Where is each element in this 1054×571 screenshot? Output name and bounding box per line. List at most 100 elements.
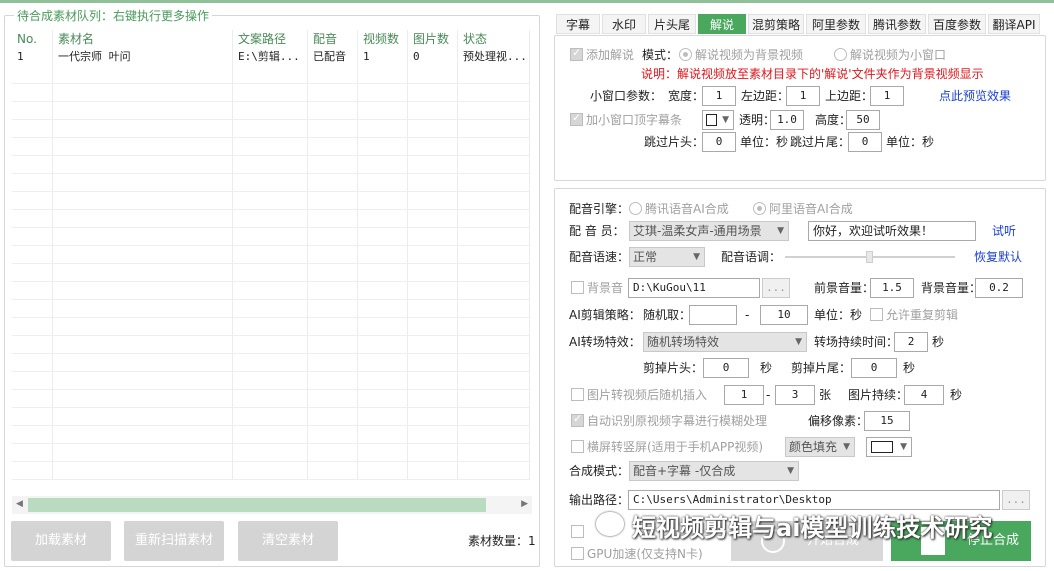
pitch-slider-knob[interactable] (866, 251, 873, 263)
engine-ali-radio[interactable] (753, 202, 766, 215)
bgm-path-input[interactable]: D:\KuGou\11 (628, 278, 760, 298)
cut-head-input[interactable]: 0 (703, 358, 749, 378)
empty-cell (358, 246, 408, 264)
mode-bg-radio[interactable] (679, 48, 692, 61)
img-duration-input[interactable]: 4 (904, 385, 944, 405)
compose-mode-label: 合成模式： (569, 464, 630, 478)
tab-ali-params[interactable]: 阿里参数 (806, 14, 866, 34)
queue-table[interactable]: No. 素材名 文案路径 配音 视频数 图片数 状态 1 一代宗师 叶问 E:\… (12, 30, 532, 494)
cut-tail-input[interactable]: 0 (851, 358, 897, 378)
reset-default-link[interactable]: 恢复默认 (974, 248, 1022, 266)
empty-cell (358, 192, 408, 210)
col-no[interactable]: No. (12, 30, 53, 48)
tab-translate-api[interactable]: 翻译API (988, 14, 1040, 34)
tab-baidu-params[interactable]: 百度参数 (928, 14, 986, 34)
transition-duration-input[interactable]: 2 (894, 332, 928, 352)
empty-cell (233, 462, 308, 480)
tab-narration[interactable]: 解说 (698, 14, 746, 34)
speed-select[interactable]: 正常 ▼ (629, 247, 705, 267)
horizontal-scrollbar[interactable]: ◀ ▶ (12, 496, 532, 514)
fill-color-select[interactable]: ▼ (866, 437, 912, 457)
fill-mode-select[interactable]: 颜色填充 ▼ (785, 437, 855, 457)
empty-cell (12, 66, 53, 84)
fg-volume-input[interactable]: 1.5 (870, 278, 914, 298)
col-dubbing[interactable]: 配音 (308, 30, 358, 48)
empty-rows (12, 66, 532, 480)
empty-table-row (12, 264, 532, 282)
tab-intro-outro[interactable]: 片头尾 (648, 14, 696, 34)
empty-cell (53, 228, 233, 246)
empty-cell (308, 390, 358, 408)
tab-subtitles[interactable]: 字幕 (556, 14, 600, 34)
bgm-browse-button[interactable]: ... (762, 278, 790, 298)
random-label: 随机取： (643, 308, 692, 322)
landscape-checkbox[interactable] (571, 440, 584, 453)
img-max-input[interactable]: 3 (775, 385, 815, 405)
col-images[interactable]: 图片数 (408, 30, 458, 48)
scroll-right-icon[interactable]: ▶ (521, 499, 528, 509)
engine-tencent-radio[interactable] (629, 202, 642, 215)
empty-cell (233, 156, 308, 174)
mode-small-radio[interactable] (834, 48, 847, 61)
compose-mode-value: 配音+字幕 -仅合成 (633, 464, 736, 478)
empty-cell (458, 336, 530, 354)
voice-select[interactable]: 艾琪-温柔女声-通用场景 ▼ (629, 221, 789, 241)
img-insert-checkbox[interactable] (571, 388, 584, 401)
topbar-checkbox[interactable] (570, 111, 583, 126)
col-path[interactable]: 文案路径 (233, 30, 308, 48)
alpha-input[interactable]: 1.0 (770, 110, 804, 130)
random-max-input[interactable]: 10 (760, 305, 808, 325)
output-path-input[interactable]: C:\Users\Administrator\Desktop (628, 490, 1000, 510)
top-margin-input[interactable]: 1 (870, 86, 904, 106)
auto-blur-checkbox[interactable] (571, 412, 584, 427)
transition-select[interactable]: 随机转场特效 ▼ (643, 332, 807, 352)
test-text-input[interactable]: 你好，欢迎试听效果！ (808, 221, 976, 241)
height-input[interactable]: 50 (846, 110, 880, 130)
chevron-down-icon: ▼ (787, 466, 794, 476)
tab-tencent-params[interactable]: 腾讯参数 (868, 14, 926, 34)
col-status[interactable]: 状态 (458, 30, 530, 48)
offset-input[interactable]: 15 (864, 411, 910, 431)
add-narration-checkbox[interactable] (570, 46, 583, 61)
left-margin-input[interactable]: 1 (786, 86, 820, 106)
scroll-thumb[interactable] (28, 498, 486, 512)
empty-table-row (12, 282, 532, 300)
col-videos[interactable]: 视频数 (358, 30, 408, 48)
col-name[interactable]: 素材名 (53, 30, 233, 48)
empty-cell (308, 156, 358, 174)
empty-cell (358, 156, 408, 174)
extra-option-checkbox[interactable] (571, 525, 584, 538)
bg-volume-input[interactable]: 0.2 (975, 278, 1023, 298)
allow-repeat-checkbox[interactable] (870, 308, 883, 321)
clear-material-button[interactable]: 清空素材 (238, 521, 338, 561)
scroll-left-icon[interactable]: ◀ (16, 499, 23, 509)
img-min-input[interactable]: 1 (724, 385, 764, 405)
rescan-material-button[interactable]: 重新扫描素材 (124, 521, 224, 561)
empty-table-row (12, 228, 532, 246)
listen-link[interactable]: 试听 (992, 222, 1016, 240)
width-input[interactable]: 1 (702, 86, 736, 106)
empty-cell (458, 174, 530, 192)
empty-cell (12, 138, 53, 156)
tab-mix-strategy[interactable]: 混剪策略 (748, 14, 804, 34)
empty-cell (12, 372, 53, 390)
voice-value: 艾琪-温柔女声-通用场景 (633, 224, 762, 238)
cut-head-unit: 秒 (760, 361, 773, 375)
gpu-checkbox[interactable] (571, 547, 584, 560)
empty-cell (233, 102, 308, 120)
compose-mode-select[interactable]: 配音+字幕 -仅合成 ▼ (629, 461, 799, 481)
preview-effect-link[interactable]: 点此预览效果 (939, 87, 1011, 105)
output-browse-button[interactable]: ... (1002, 490, 1030, 510)
table-row[interactable]: 1 一代宗师 叶问 E:\剪辑... 已配音 1 0 预处理视... (12, 48, 532, 66)
empty-cell (358, 282, 408, 300)
empty-cell (308, 84, 358, 102)
skip-head-input[interactable]: 0 (702, 132, 736, 152)
tab-watermark[interactable]: 水印 (602, 14, 646, 34)
bgm-checkbox[interactable] (571, 281, 584, 294)
random-min-input[interactable] (689, 305, 737, 325)
topbar-color-select[interactable]: ▼ (702, 110, 734, 130)
skip-tail-input[interactable]: 0 (848, 132, 882, 152)
empty-cell (308, 282, 358, 300)
load-material-button[interactable]: 加载素材 (11, 521, 111, 561)
empty-cell (12, 336, 53, 354)
